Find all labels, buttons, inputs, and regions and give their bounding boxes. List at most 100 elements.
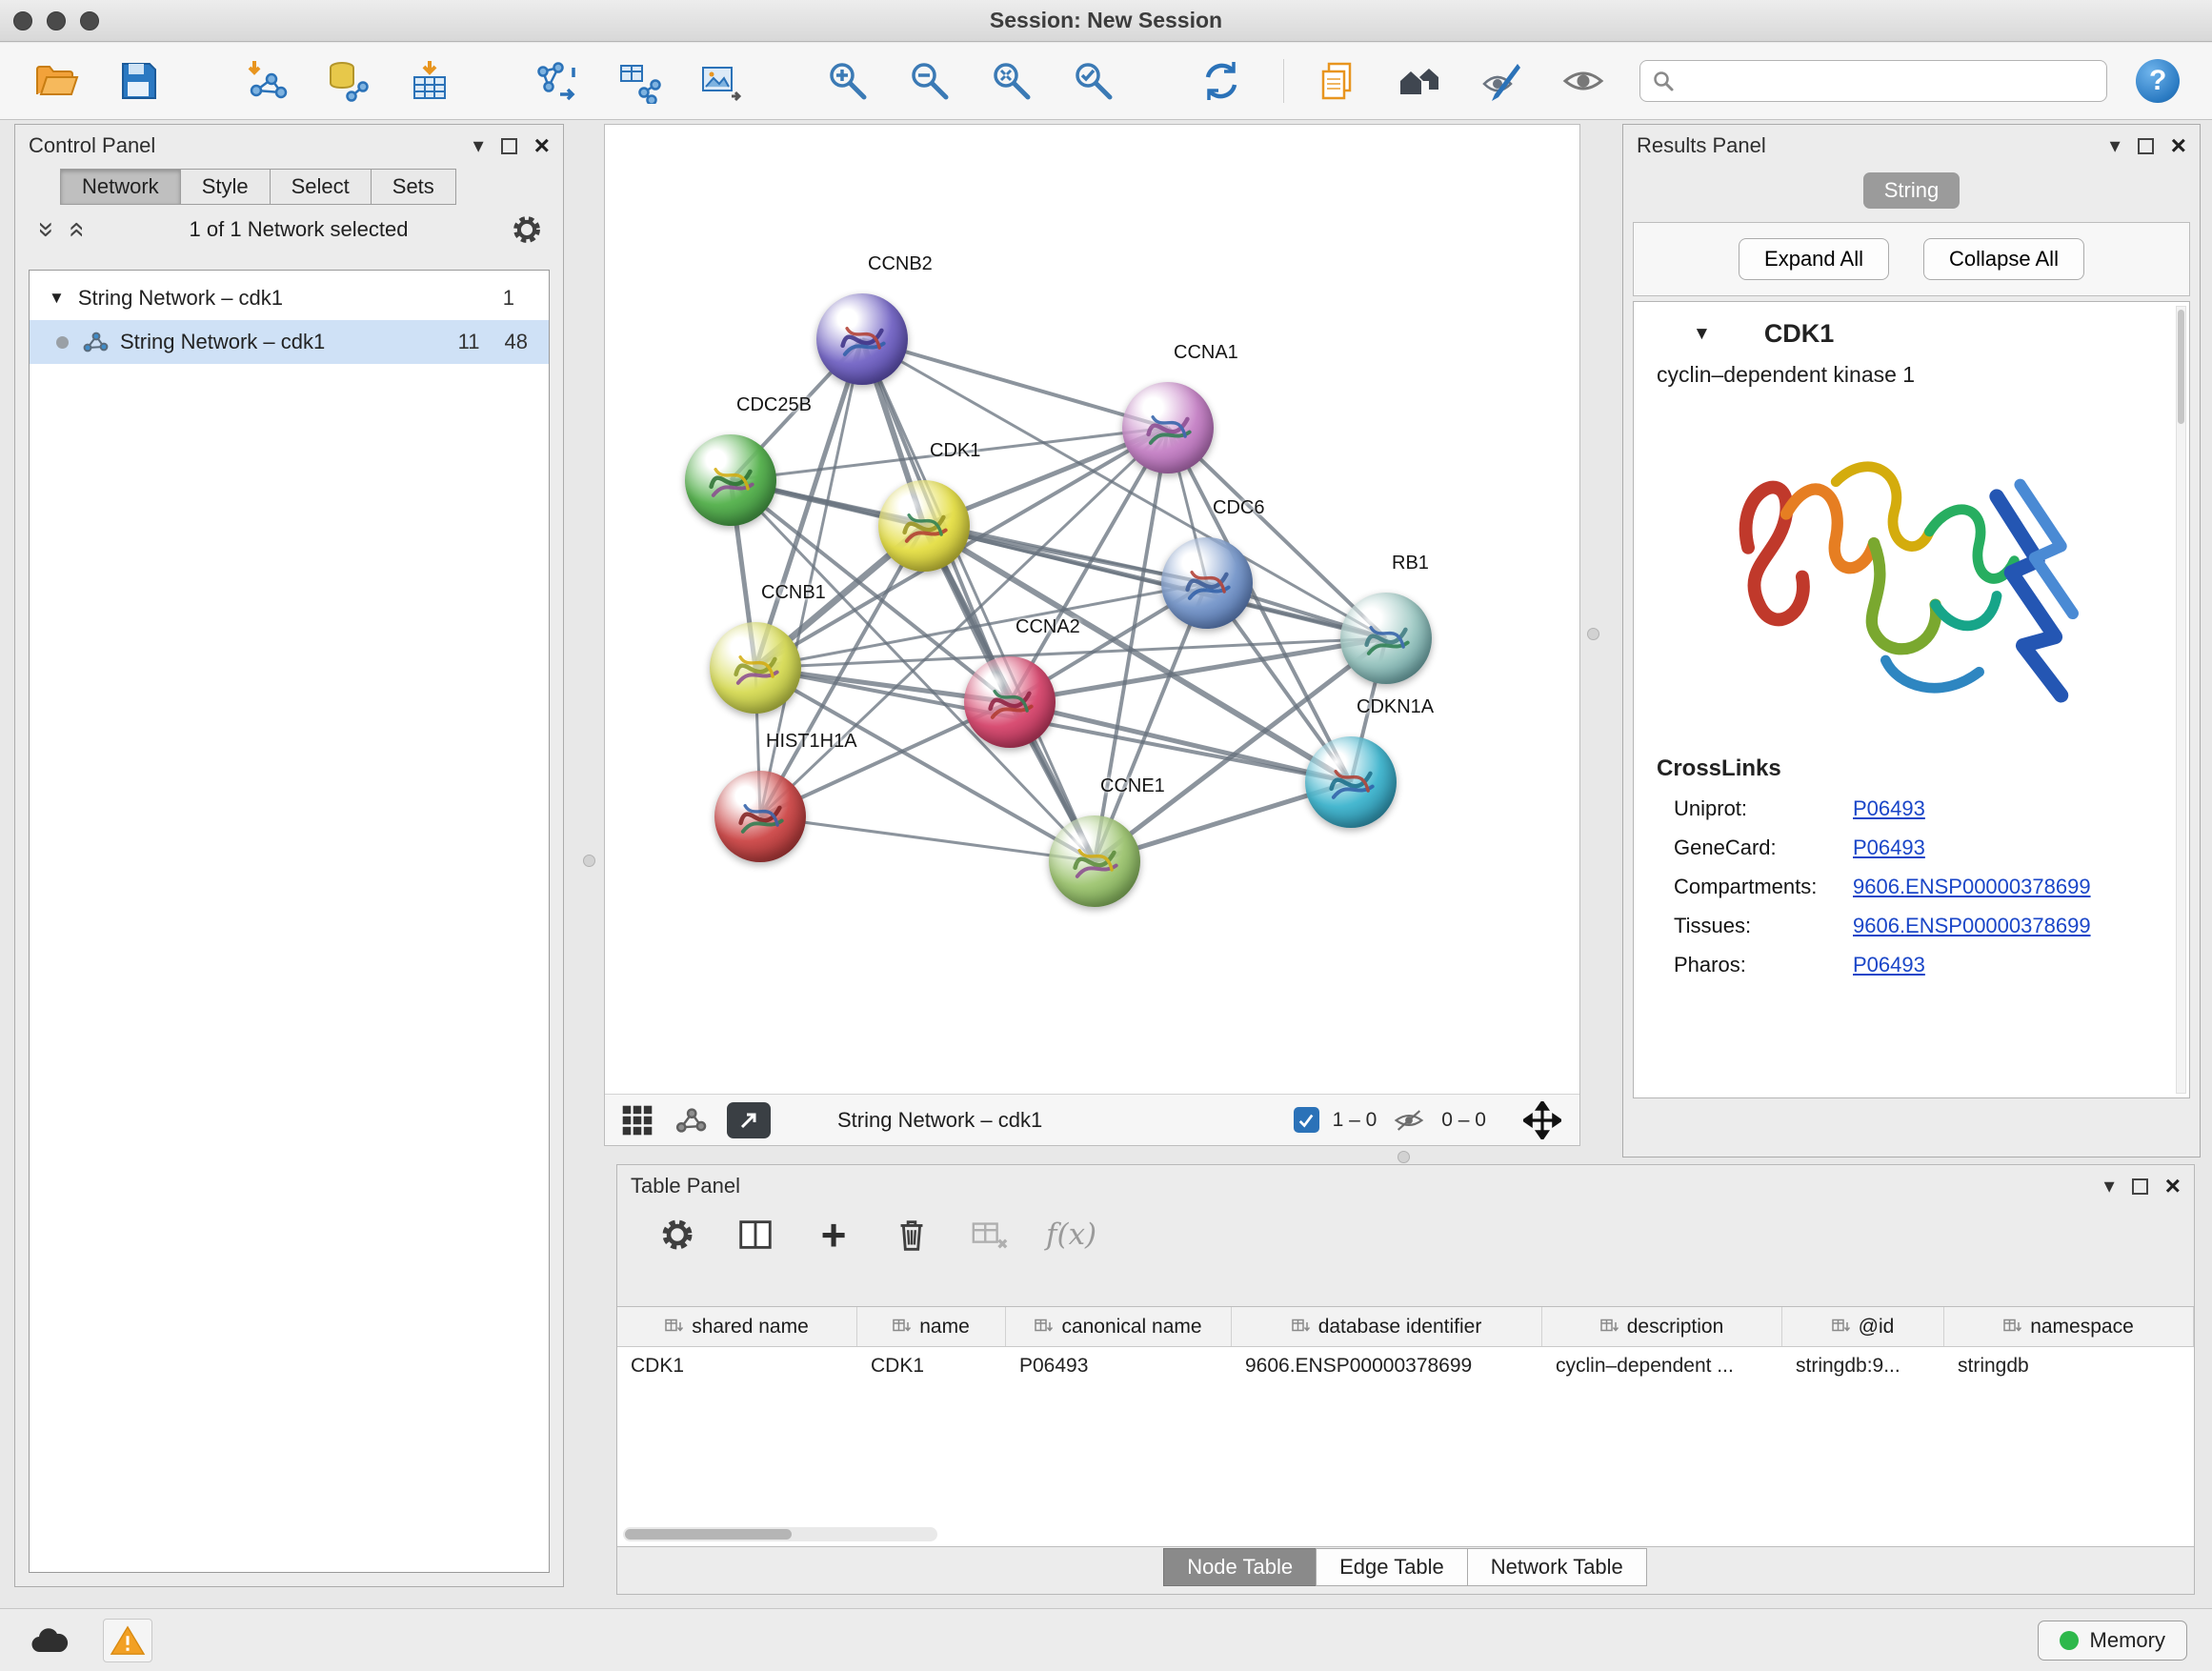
zoom-in-icon[interactable] <box>822 55 874 107</box>
network-edge-CCNE1-HIST1H1A[interactable] <box>760 816 1095 861</box>
network-edge-CCNA1-HIST1H1A[interactable] <box>760 428 1168 816</box>
collapse-all-networks-icon[interactable]: » <box>30 217 63 242</box>
network-tree-item[interactable]: String Network – cdk1 11 48 <box>30 320 549 364</box>
tab-select[interactable]: Select <box>270 169 372 205</box>
save-session-icon[interactable] <box>112 55 164 107</box>
tab-edge-table[interactable]: Edge Table <box>1316 1548 1468 1586</box>
table-row[interactable]: CDK1CDK1P064939606.ENSP00000378699cyclin… <box>617 1347 2194 1387</box>
horizontal-splitter-handle[interactable] <box>1398 1151 1410 1163</box>
network-edge-CCNB2-CCNA1[interactable] <box>862 339 1168 428</box>
column-header--id[interactable]: @id <box>1782 1307 1944 1346</box>
cloud-icon[interactable] <box>25 1619 74 1662</box>
tab-node-table[interactable]: Node Table <box>1163 1548 1317 1586</box>
panel-menu-icon[interactable]: ▾ <box>2104 1174 2115 1198</box>
tab-sets[interactable]: Sets <box>371 169 456 205</box>
crosslink-link[interactable]: P06493 <box>1853 953 1925 977</box>
network-canvas[interactable]: CCNB2CCNA1CDC25BCDK1CDC6RB1CCNB1CCNA2CDK… <box>605 125 1579 1094</box>
close-panel-icon[interactable]: × <box>534 136 550 155</box>
refresh-layout-icon[interactable] <box>1196 55 1247 107</box>
export-image-icon[interactable] <box>694 55 746 107</box>
zoom-selected-icon[interactable] <box>1068 55 1119 107</box>
window-close-button[interactable] <box>13 11 32 30</box>
collapse-all-button[interactable]: Collapse All <box>1923 238 2084 280</box>
network-node-HIST1H1A[interactable] <box>714 771 806 862</box>
network-node-CCNB2[interactable] <box>816 293 908 385</box>
copy-icon[interactable] <box>1313 55 1364 107</box>
grid-view-icon[interactable] <box>620 1098 654 1142</box>
show-columns-icon[interactable] <box>734 1213 777 1257</box>
table-options-gear-icon[interactable] <box>655 1213 699 1257</box>
network-node-CDC25B[interactable] <box>685 434 776 526</box>
help-icon[interactable]: ? <box>2136 59 2180 103</box>
float-panel-icon[interactable] <box>501 138 517 154</box>
move-crosshair-icon[interactable] <box>1520 1098 1564 1142</box>
results-scrollbar[interactable] <box>2176 306 2186 1094</box>
network-node-CCNA1[interactable] <box>1122 382 1214 473</box>
tab-string[interactable]: String <box>1863 172 1960 209</box>
tab-network-table[interactable]: Network Table <box>1467 1548 1647 1586</box>
network-from-selection-icon[interactable] <box>531 55 582 107</box>
crosslink-link[interactable]: 9606.ENSP00000378699 <box>1853 914 2091 938</box>
table-cell[interactable]: stringdb:9... <box>1782 1347 1944 1387</box>
float-panel-icon[interactable] <box>2132 1178 2148 1195</box>
network-node-RB1[interactable] <box>1340 593 1432 684</box>
network-collection-row[interactable]: ▼ String Network – cdk1 1 <box>30 276 549 320</box>
zoom-out-icon[interactable] <box>904 55 955 107</box>
import-table-file-icon[interactable] <box>404 55 455 107</box>
panel-menu-icon[interactable]: ▾ <box>473 133 484 158</box>
warning-icon[interactable] <box>103 1619 152 1662</box>
import-network-file-icon[interactable] <box>240 55 292 107</box>
network-node-CDKN1A[interactable] <box>1305 736 1397 828</box>
tab-style[interactable]: Style <box>180 169 271 205</box>
search-input[interactable] <box>1684 70 2095 92</box>
home-icon[interactable] <box>1394 55 1445 107</box>
column-header-name[interactable]: name <box>857 1307 1006 1346</box>
show-details-icon[interactable] <box>1558 55 1609 107</box>
selected-checkbox-icon[interactable] <box>1294 1107 1319 1133</box>
zoom-fit-icon[interactable] <box>986 55 1037 107</box>
table-cell[interactable]: cyclin–dependent ... <box>1542 1347 1782 1387</box>
open-in-new-icon[interactable] <box>727 1102 771 1138</box>
hidden-eye-icon[interactable] <box>1390 1098 1428 1142</box>
network-node-CDC6[interactable] <box>1161 537 1253 629</box>
expand-all-button[interactable]: Expand All <box>1739 238 1889 280</box>
search-field[interactable] <box>1639 60 2107 102</box>
close-panel-icon[interactable]: × <box>2171 136 2186 155</box>
column-header-namespace[interactable]: namespace <box>1944 1307 2194 1346</box>
crosslink-link[interactable]: P06493 <box>1853 796 1925 821</box>
function-builder-icon[interactable]: f(x) <box>1046 1218 1096 1252</box>
float-panel-icon[interactable] <box>2138 138 2154 154</box>
table-cell[interactable]: stringdb <box>1944 1347 2066 1387</box>
collapse-section-icon[interactable]: ▼ <box>1693 324 1711 345</box>
network-options-gear-icon[interactable] <box>510 212 544 247</box>
crosslink-link[interactable]: P06493 <box>1853 836 1925 860</box>
network-overview-icon[interactable] <box>674 1098 708 1142</box>
table-cell[interactable]: CDK1 <box>617 1347 857 1387</box>
table-cell[interactable]: P06493 <box>1006 1347 1232 1387</box>
import-network-database-icon[interactable] <box>322 55 373 107</box>
add-column-icon[interactable]: + <box>812 1213 855 1257</box>
table-cell[interactable]: 9606.ENSP00000378699 <box>1232 1347 1542 1387</box>
tree-expand-icon[interactable]: ▼ <box>49 289 65 308</box>
table-cell[interactable]: CDK1 <box>857 1347 1006 1387</box>
crosslink-link[interactable]: 9606.ENSP00000378699 <box>1853 875 2091 899</box>
left-splitter-handle[interactable] <box>583 855 595 867</box>
close-panel-icon[interactable]: × <box>2165 1177 2181 1196</box>
delete-column-icon[interactable] <box>890 1213 934 1257</box>
expand-all-networks-icon[interactable]: » <box>59 217 91 242</box>
network-node-CCNE1[interactable] <box>1049 815 1140 907</box>
window-minimize-button[interactable] <box>47 11 66 30</box>
network-node-CDK1[interactable] <box>878 480 970 572</box>
network-node-CCNA2[interactable] <box>964 656 1056 748</box>
network-table-icon[interactable] <box>613 55 664 107</box>
table-horizontal-scrollbar[interactable] <box>623 1527 937 1541</box>
window-zoom-button[interactable] <box>80 11 99 30</box>
column-header-canonical-name[interactable]: canonical name <box>1006 1307 1232 1346</box>
column-header-database-identifier[interactable]: database identifier <box>1232 1307 1542 1346</box>
memory-button[interactable]: Memory <box>2038 1621 2187 1661</box>
network-edge-CCNB1-CCNB2[interactable] <box>755 339 862 668</box>
open-session-icon[interactable] <box>30 55 82 107</box>
column-header-description[interactable]: description <box>1542 1307 1782 1346</box>
panel-menu-icon[interactable]: ▾ <box>2110 133 2121 158</box>
network-node-CCNB1[interactable] <box>710 622 801 714</box>
